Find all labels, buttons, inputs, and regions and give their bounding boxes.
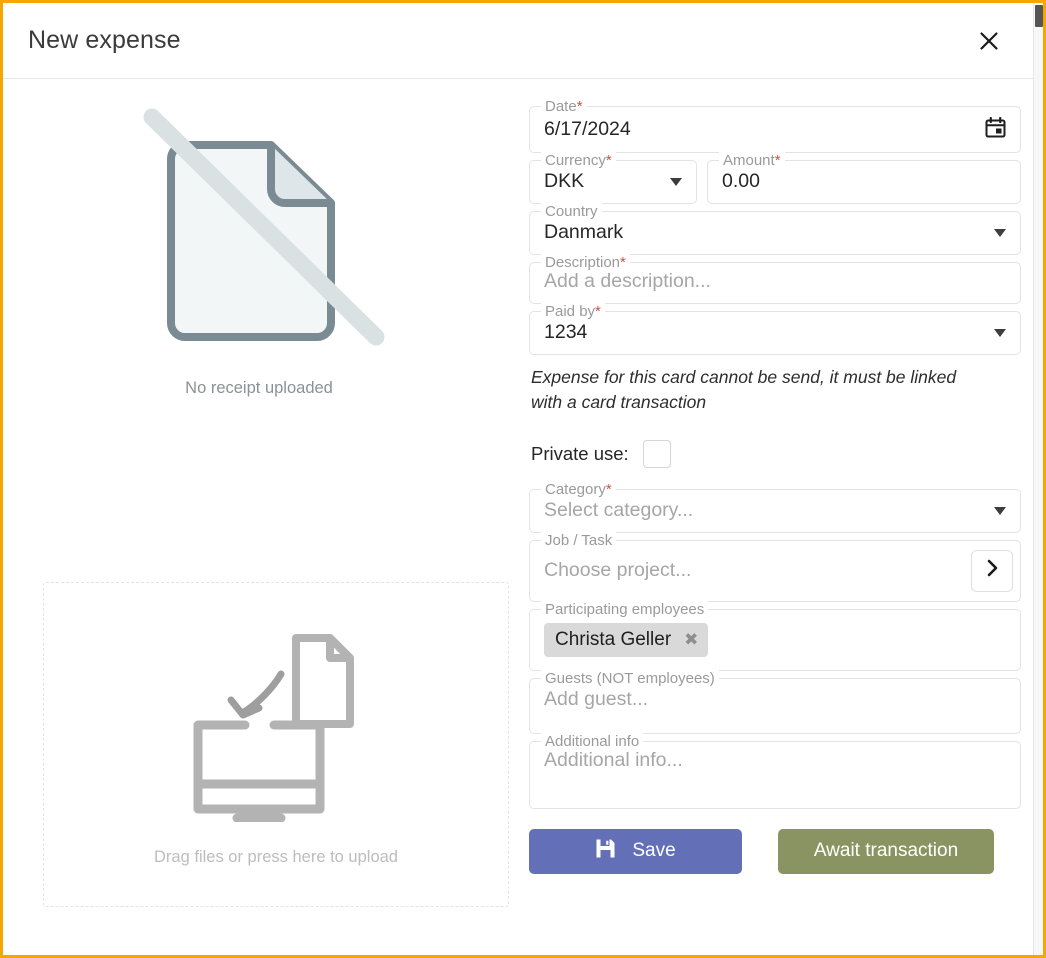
field-date: Date* 6/17/2024 — [529, 106, 1021, 153]
employee-chip-name: Christa Geller — [555, 629, 671, 651]
field-additional-info: Additional info Additional info... — [529, 741, 1021, 809]
field-category: Category* Select category... — [529, 489, 1021, 533]
currency-select[interactable]: Currency* DKK — [529, 160, 697, 204]
save-button-label: Save — [632, 840, 675, 862]
paid-by-select[interactable]: Paid by* 1234 — [529, 311, 1021, 355]
country-value: Danmark — [544, 223, 986, 243]
additional-info-placeholder: Additional info... — [544, 751, 1006, 771]
field-paid-by: Paid by* 1234 — [529, 311, 1021, 355]
field-amount: Amount* 0.00 — [707, 160, 1021, 204]
description-input-box[interactable]: Description* Add a description... — [529, 262, 1021, 304]
chevron-down-icon[interactable] — [994, 507, 1006, 515]
participating-employees-label: Participating employees — [541, 601, 708, 619]
country-label: Country — [541, 203, 602, 221]
remove-chip-icon[interactable]: ✖ — [684, 631, 698, 648]
form-actions: Save Await transaction — [529, 829, 1021, 874]
guests-label: Guests (NOT employees) — [541, 670, 719, 688]
calendar-icon[interactable] — [985, 117, 1006, 143]
field-participating-employees: Participating employees Christa Geller ✖ — [529, 609, 1021, 671]
chevron-down-icon[interactable] — [670, 178, 682, 186]
field-country: Country Danmark — [529, 211, 1021, 255]
field-currency: Currency* DKK — [529, 160, 697, 204]
category-label: Category* — [541, 481, 616, 499]
document-slashed-icon — [128, 101, 390, 373]
close-icon — [978, 30, 1000, 52]
vertical-scrollbar[interactable] — [1033, 3, 1043, 955]
private-use-checkbox[interactable] — [643, 440, 671, 468]
field-guests: Guests (NOT employees) Add guest... — [529, 678, 1021, 734]
dropzone-text: Drag files or press here to upload — [154, 848, 398, 867]
currency-value: DKK — [544, 172, 662, 192]
date-label: Date* — [541, 98, 587, 116]
category-placeholder: Select category... — [544, 501, 986, 521]
field-job-task: Job / Task Choose project... — [529, 540, 1021, 602]
description-placeholder: Add a description... — [544, 272, 1006, 292]
paid-by-value: 1234 — [544, 323, 986, 343]
dialog-body: No receipt uploaded — [3, 79, 1043, 955]
dialog-titlebar: New expense — [3, 3, 1043, 79]
chevron-right-icon — [985, 559, 1000, 582]
amount-input-box[interactable]: Amount* 0.00 — [707, 160, 1021, 204]
date-value: 6/17/2024 — [544, 120, 977, 140]
amount-label: Amount* — [719, 152, 785, 170]
additional-info-label: Additional info — [541, 733, 643, 751]
scrollbar-thumb[interactable] — [1035, 5, 1043, 27]
private-use-label: Private use: — [531, 443, 629, 465]
job-task-input-box[interactable]: Job / Task Choose project... — [529, 540, 1021, 602]
additional-info-input-box[interactable]: Additional info Additional info... — [529, 741, 1021, 809]
employee-chip: Christa Geller ✖ — [544, 623, 708, 657]
monitor-upload-icon — [169, 622, 384, 822]
save-button[interactable]: Save — [529, 829, 742, 874]
no-receipt-text: No receipt uploaded — [185, 379, 333, 398]
field-description: Description* Add a description... — [529, 262, 1021, 304]
await-transaction-button[interactable]: Await transaction — [778, 829, 994, 874]
chevron-down-icon[interactable] — [994, 229, 1006, 237]
page-title: New expense — [28, 26, 969, 55]
participating-employees-box[interactable]: Participating employees Christa Geller ✖ — [529, 609, 1021, 671]
date-input-box[interactable]: Date* 6/17/2024 — [529, 106, 1021, 153]
save-disk-icon — [595, 838, 616, 865]
close-button[interactable] — [969, 21, 1009, 61]
expense-form: Date* 6/17/2024 — [515, 79, 1043, 955]
no-receipt-placeholder: No receipt uploaded — [3, 101, 515, 398]
file-dropzone[interactable]: Drag files or press here to upload — [43, 582, 509, 907]
currency-label: Currency* — [541, 152, 616, 170]
receipt-pane: No receipt uploaded — [3, 79, 515, 955]
category-select[interactable]: Category* Select category... — [529, 489, 1021, 533]
currency-amount-row: Currency* DKK Amount* 0.00 — [529, 160, 1021, 204]
chevron-down-icon[interactable] — [994, 329, 1006, 337]
guests-input-box[interactable]: Guests (NOT employees) Add guest... — [529, 678, 1021, 734]
card-warning-text: Expense for this card cannot be send, it… — [531, 365, 981, 416]
description-label: Description* — [541, 254, 630, 272]
job-task-label: Job / Task — [541, 532, 616, 550]
await-button-label: Await transaction — [814, 840, 958, 862]
paid-by-label: Paid by* — [541, 303, 605, 321]
job-task-placeholder: Choose project... — [544, 561, 971, 581]
choose-project-button[interactable] — [971, 550, 1013, 592]
amount-value: 0.00 — [722, 172, 1006, 192]
private-use-row: Private use: — [531, 440, 1021, 468]
new-expense-dialog: New expense No receipt uploaded — [0, 0, 1046, 958]
country-select[interactable]: Country Danmark — [529, 211, 1021, 255]
guests-placeholder: Add guest... — [544, 690, 1006, 710]
